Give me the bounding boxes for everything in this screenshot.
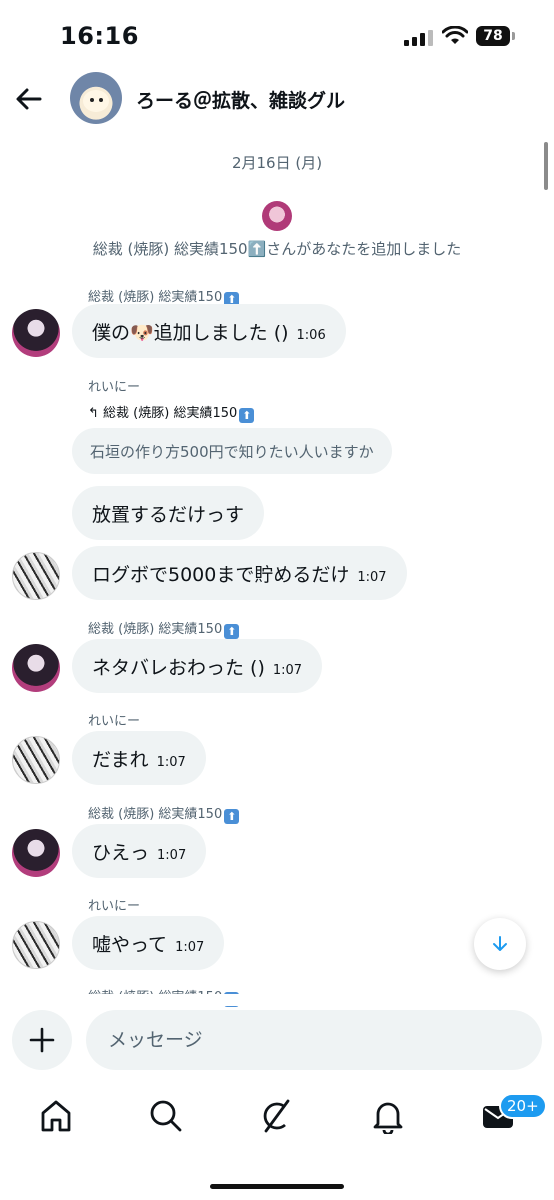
message-text: 嘘やって [92, 933, 168, 956]
sender-name: れいにー [88, 380, 141, 395]
sender-name: れいにー [88, 899, 141, 914]
message-time: 1:07 [272, 662, 303, 678]
message-bubble[interactable]: ひえっ 1:07 [72, 824, 207, 878]
message-time: 1:07 [156, 754, 186, 770]
avatar[interactable] [12, 736, 60, 784]
scroll-fade [0, 994, 554, 1006]
system-message: 総裁 (焼豚) 総実績150⬆️さんがあなたを追加しました [92, 240, 462, 258]
battery-indicator: 78 [476, 26, 510, 46]
system-message-avatar [262, 201, 292, 231]
date-separator: 2月16日 (月) [231, 154, 323, 172]
scroll-to-bottom-button[interactable] [474, 918, 526, 970]
avatar[interactable] [12, 552, 60, 600]
battery-tip [512, 32, 515, 40]
up-arrow-icon: ⬆ [239, 408, 255, 423]
message-text: ネタバレおわった () [92, 656, 265, 679]
messages-unread-badge: 20+ [499, 1093, 547, 1119]
message-text: 放置するだけっす [92, 503, 245, 526]
avatar[interactable] [12, 921, 60, 969]
quoted-message[interactable]: 石垣の作り方500円で知りたい人いますか [72, 428, 392, 474]
arrow-down-icon [493, 936, 507, 951]
status-time: 16:16 [60, 22, 139, 50]
avatar[interactable] [12, 829, 60, 877]
message-bubble[interactable]: ログボで5000まで貯めるだけ 1:07 [72, 546, 407, 600]
message-text: ログボで5000まで貯めるだけ [92, 563, 350, 586]
message-time: 1:07 [175, 939, 205, 955]
message-bubble[interactable]: ネタバレおわった () 1:07 [72, 639, 323, 693]
message-time: 1:07 [357, 569, 387, 585]
reply-arrow-icon: ↰ [88, 406, 104, 421]
up-arrow-icon: ⬆ [224, 809, 240, 824]
message-time: 1:07 [157, 847, 187, 863]
reply-reference[interactable]: ↰ 総裁 (焼豚) 総実績150 ⬆ [88, 402, 255, 423]
message-input[interactable] [86, 1010, 542, 1070]
message-text: だまれ [92, 748, 149, 771]
sender-name: 総裁 (焼豚) 総実績150⬆ [88, 803, 240, 824]
message-bubble[interactable]: 僕の🐶追加しました () 1:06 [72, 304, 346, 358]
bell-icon[interactable] [370, 1098, 406, 1134]
search-icon[interactable] [148, 1098, 184, 1134]
wifi-icon [442, 26, 468, 44]
conversation-header: ろーる＠拡散、雑談グル [0, 70, 554, 130]
message-bubble[interactable]: 嘘やって 1:07 [72, 916, 225, 970]
grok-icon[interactable] [258, 1098, 294, 1134]
back-arrow-icon[interactable] [12, 82, 46, 116]
plus-icon [29, 1027, 55, 1053]
home-icon[interactable] [38, 1098, 74, 1134]
cellular-signal-icon [404, 30, 433, 46]
message-text: 僕の🐶追加しました () [92, 321, 289, 344]
avatar[interactable] [12, 309, 60, 357]
message-text: ひえっ [92, 841, 150, 864]
status-bar: 16:16 78 [0, 0, 554, 70]
avatar[interactable] [12, 644, 60, 692]
home-indicator [210, 1184, 344, 1189]
group-avatar[interactable] [70, 72, 122, 124]
up-arrow-icon: ⬆ [224, 624, 240, 639]
message-bubble[interactable]: だまれ 1:07 [72, 731, 206, 785]
bottom-tab-bar [0, 1088, 554, 1148]
message-time: 1:06 [296, 327, 326, 343]
sender-name: れいにー [88, 714, 141, 729]
group-title[interactable]: ろーる＠拡散、雑談グル [136, 86, 345, 113]
message-bubble[interactable]: 放置するだけっす [72, 486, 265, 540]
add-attachment-button[interactable] [12, 1010, 72, 1070]
sender-name: 総裁 (焼豚) 総実績150⬆ [88, 618, 240, 639]
